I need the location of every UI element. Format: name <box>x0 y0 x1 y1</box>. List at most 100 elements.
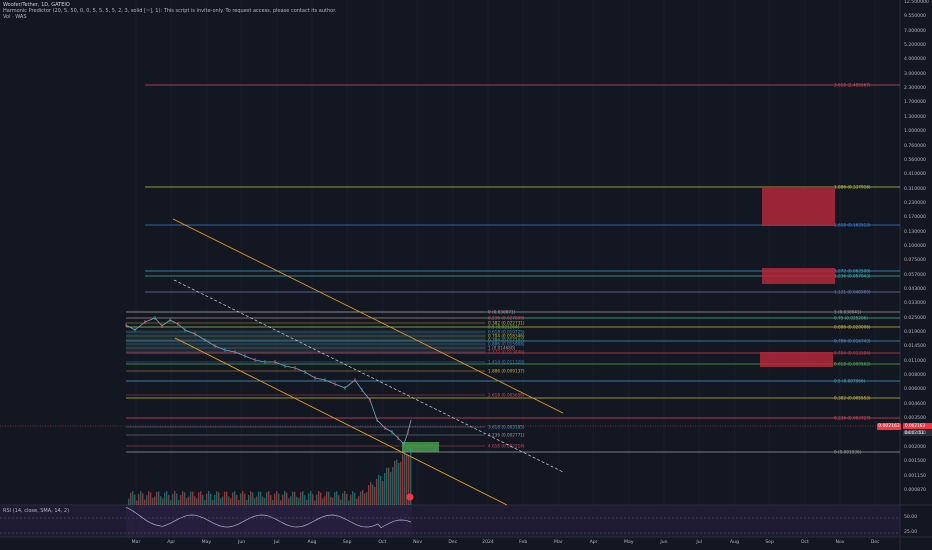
fib-level-label: 0.75 (0.025206) <box>834 316 868 321</box>
time-axis-label: 2024 <box>482 540 494 545</box>
volume-legend[interactable]: Vol · WAS <box>3 14 336 20</box>
volume-bar <box>214 495 216 505</box>
volume-bar <box>234 491 236 505</box>
mid-fib-label: 4.236 (0.002771) <box>488 433 525 438</box>
volume-bar <box>380 476 382 505</box>
candle <box>194 332 196 336</box>
volume-bar <box>266 492 268 505</box>
price-axis-label: 0.019000 <box>904 330 926 336</box>
volume-bar <box>168 494 170 505</box>
candle <box>354 378 356 382</box>
candle <box>407 430 409 434</box>
fib-level-label: 1.131 (0.040969) <box>834 290 871 295</box>
volume-bar <box>362 490 364 505</box>
volume-bar <box>192 491 194 505</box>
volume-bar <box>128 498 130 505</box>
volume-bar <box>220 498 222 505</box>
mid-fib-label: 2.618 (0.005656) <box>488 393 525 398</box>
volume-bar <box>198 492 200 505</box>
mid-fib-label: 0 (0.030071) <box>488 310 516 315</box>
time-axis-label: Dec <box>870 540 880 545</box>
volume-bar <box>268 491 270 505</box>
volume-bar <box>194 496 196 505</box>
volume-bar <box>132 491 134 505</box>
volume-bar <box>390 471 392 505</box>
volume-bar <box>248 494 250 505</box>
volume-bar <box>274 493 276 505</box>
rsi-level-25: 25.00 <box>904 530 918 535</box>
volume-bar <box>322 498 324 505</box>
volume-bar <box>316 494 318 505</box>
volume-bar <box>156 491 158 505</box>
fib-level-label: 0.618 (0.009563) <box>834 362 871 367</box>
volume-bar <box>216 491 218 505</box>
price-axis-label: 0.001150 <box>904 473 926 479</box>
time-axis-label: May <box>624 540 634 545</box>
volume-bar <box>318 491 320 505</box>
fib-level-label: 1.236 (0.057043) <box>834 274 871 279</box>
volume-bar <box>226 491 228 505</box>
fib-level-label: 0.786 (0.016743) <box>834 339 871 344</box>
price-axis-label: 0.008000 <box>904 373 926 379</box>
volume-bar <box>332 497 334 505</box>
volume-bar <box>288 498 290 505</box>
candle <box>169 318 171 322</box>
volume-bar <box>334 492 336 505</box>
volume-bar <box>136 500 138 505</box>
price-axis-label: 0.025000 <box>904 315 926 321</box>
rsi-level-50: 50.00 <box>904 515 918 520</box>
target-zone-lower <box>760 352 833 367</box>
mid-fib-label: 1.886 (0.009137) <box>488 369 525 374</box>
volume-bar <box>154 496 156 505</box>
time-axis-label: Feb <box>519 540 528 545</box>
volume-bar <box>278 493 280 505</box>
chart-area[interactable]: 3.618 (2.485567) 1.886 (0.337916) 1.618 (0… <box>0 0 932 550</box>
volume-bar <box>202 494 204 505</box>
volume-bar <box>286 492 288 505</box>
price-axis-label: 0.230000 <box>904 200 926 206</box>
volume-bar <box>144 499 146 505</box>
price-axis-label: 0.075000 <box>904 258 926 264</box>
price-axis-label: 2.300000 <box>904 86 926 92</box>
volume-bar <box>258 491 260 505</box>
volume-bar <box>396 459 398 505</box>
volume-bar <box>190 491 192 505</box>
chart-legend: Woofer/Tether, 1D, GATEIO Harmonic Predi… <box>3 2 336 21</box>
price-axis-label: 0.100000 <box>904 243 926 249</box>
volume-bar <box>308 493 310 505</box>
volume-bar <box>354 492 356 505</box>
volume-bar <box>350 494 352 505</box>
fib-level-label: 0.382 (0.005553) <box>834 396 871 401</box>
price-axis-label: 0.130000 <box>904 229 926 235</box>
volume-bar <box>320 492 322 505</box>
volume-bar <box>296 496 298 505</box>
volume-bar <box>284 491 286 505</box>
volume-bar <box>182 491 184 505</box>
volume-bar <box>138 493 140 505</box>
volume-bar <box>174 491 176 505</box>
price-axis-label: 7.000000 <box>904 28 926 34</box>
price-chart-svg[interactable]: 3.618 (2.485567) 1.886 (0.337916) 1.618 (0… <box>0 0 932 550</box>
volume-bar <box>236 494 238 505</box>
volume-bar <box>370 482 372 505</box>
buy-zone <box>402 442 439 452</box>
fib-zone-band <box>126 330 486 354</box>
price-axis-label: 0.760000 <box>904 143 926 149</box>
price-axis-label: 0.003500 <box>904 416 926 422</box>
fib-level-label: 1.886 (0.337916) <box>834 185 871 190</box>
volume-bar <box>206 493 208 505</box>
price-axis-label: 0.310000 <box>904 186 926 192</box>
time-axis-label: Mar <box>554 540 563 545</box>
time-axis-label: Nov <box>413 540 423 545</box>
candle <box>184 328 186 332</box>
volume-bar <box>166 491 168 505</box>
volume-bar <box>292 491 294 505</box>
volume-bar <box>152 497 154 505</box>
main-pane-bg <box>0 0 900 505</box>
candle <box>134 328 136 332</box>
axis-price-tag: 0.002163 <box>903 423 932 429</box>
indicator-legend[interactable]: Harmonic Predictor (20, 5, 50, 0, 0, 5, … <box>3 8 336 14</box>
rsi-legend[interactable]: RSI (14, close, SMA, 14, 2) <box>3 508 69 514</box>
volume-bar <box>230 498 232 505</box>
volume-bar <box>366 492 368 505</box>
